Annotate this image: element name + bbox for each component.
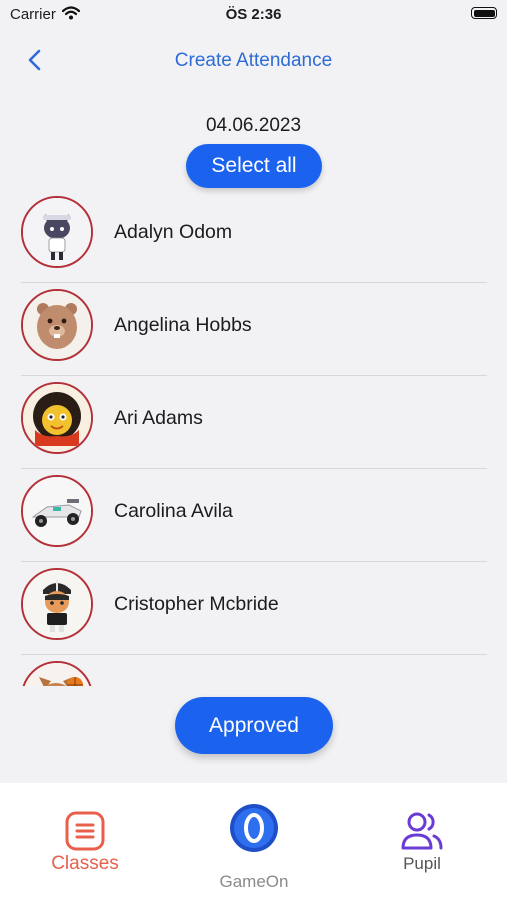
student-name: Cristopher Mcbride [114, 593, 279, 615]
student-name: Adalyn Odom [114, 221, 233, 243]
student-row[interactable] [0, 655, 507, 686]
cap-boy-avatar [21, 568, 93, 640]
lion-boy-avatar [21, 382, 93, 454]
status-bar: Carrier ÖS 2:36 [0, 0, 507, 30]
student-row[interactable]: Cristopher Mcbride [0, 562, 507, 655]
tab-classes-label: Classes [51, 853, 119, 874]
student-list[interactable]: Adalyn Odom Angelina Hobbs Ari Adams Car… [0, 190, 507, 686]
fox-basketball-avatar [21, 661, 93, 686]
student-name: Angelina Hobbs [114, 314, 252, 336]
battery-icon [471, 7, 497, 19]
student-name: Ari Adams [114, 407, 203, 429]
list-icon [65, 811, 105, 851]
student-row[interactable]: Angelina Hobbs [0, 283, 507, 376]
tab-gameon[interactable]: GameOn [200, 783, 308, 900]
approved-button[interactable]: Approved [175, 697, 333, 754]
select-all-button[interactable]: Select all [186, 144, 322, 188]
student-row[interactable]: Ari Adams [0, 376, 507, 469]
navigation-bar: Create Attendance [0, 38, 507, 82]
tab-bar: Classes GameOn Pupil [0, 783, 507, 900]
tab-pupil-label: Pupil [403, 854, 441, 873]
people-icon [401, 812, 443, 850]
status-time: ÖS 2:36 [225, 6, 282, 23]
page-title: Create Attendance [174, 50, 333, 71]
tab-gameon-label: GameOn [219, 872, 289, 891]
race-car-avatar [21, 475, 93, 547]
bear-avatar [21, 289, 93, 361]
student-row[interactable]: Adalyn Odom [0, 190, 507, 283]
gameon-logo-icon [230, 804, 278, 852]
student-name: Carolina Avila [114, 500, 233, 522]
student-row[interactable]: Carolina Avila [0, 469, 507, 562]
cat-girl-avatar [21, 196, 93, 268]
tab-pupil[interactable]: Pupil [380, 783, 464, 900]
tab-classes[interactable]: Classes [40, 783, 130, 900]
attendance-date: 04.06.2023 [205, 115, 302, 136]
